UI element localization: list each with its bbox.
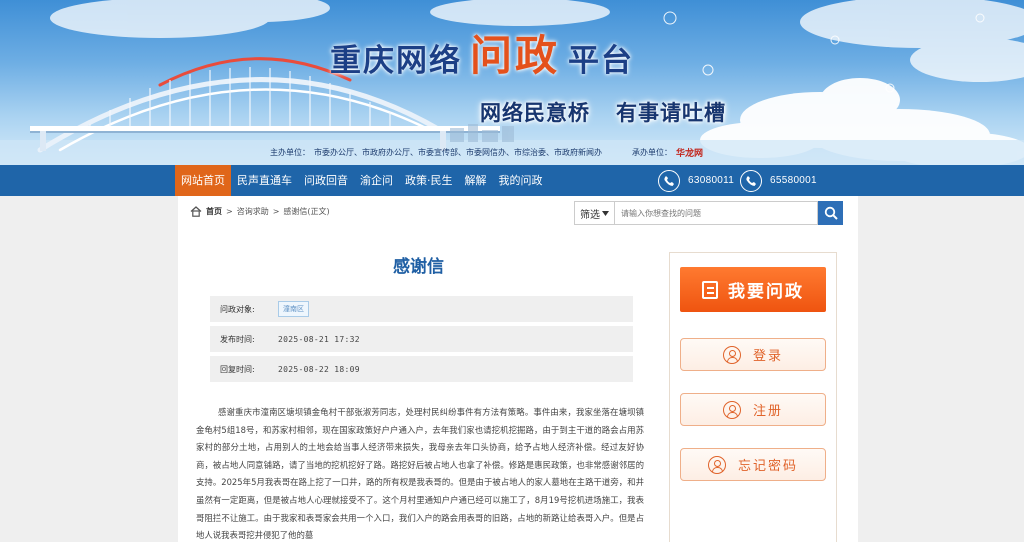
bridge-banner-image xyxy=(0,0,1024,165)
ask-question-button[interactable]: 我要问政 xyxy=(680,267,826,312)
breadcrumb-home[interactable]: 首页 xyxy=(206,206,222,217)
breadcrumb-sep: > xyxy=(272,207,280,216)
slogan-left: 网络民意桥 xyxy=(480,101,590,125)
sponsor-label: 主办单位： xyxy=(270,148,310,157)
home-icon xyxy=(190,206,202,217)
nav-item-direct-line[interactable]: 民声直通车 xyxy=(231,165,298,196)
phone-icon xyxy=(658,169,680,192)
user-icon xyxy=(707,455,726,474)
ask-question-label: 我要问政 xyxy=(728,282,804,302)
forgot-password-button[interactable]: 忘记密码 xyxy=(680,448,826,481)
meta-published-value: 2025-08-21 17:32 xyxy=(278,334,360,344)
hotline-number-2: 65580001 xyxy=(770,175,817,186)
meta-replied-label: 回复时间: xyxy=(220,364,255,374)
site-title-part3: 平台 xyxy=(568,43,635,79)
left-gutter xyxy=(0,196,178,542)
nav-item-solve[interactable]: 解解 xyxy=(459,165,493,196)
login-label: 登录 xyxy=(752,349,783,364)
nav-item-echo[interactable]: 问政回音 xyxy=(298,165,354,196)
meta-target-row: 问政对象: 潼南区 xyxy=(210,296,633,322)
forgot-password-label: 忘记密码 xyxy=(737,459,798,474)
breadcrumb: 首页 > 咨询求助 > 感谢信(正文) xyxy=(190,206,330,217)
sponsor-bar: 主办单位： 市委办公厅、市政府办公厅、市委宣传部、市委网信办、市综治委、市政府新… xyxy=(270,146,703,159)
sponsor-text: 市委办公厅、市政府办公厅、市委宣传部、市委网信办、市综治委、市政府新闻办 xyxy=(314,148,602,157)
nav-item-my-inquiry[interactable]: 我的问政 xyxy=(493,165,549,196)
meta-replied-value: 2025-08-22 18:09 xyxy=(278,364,360,374)
register-button[interactable]: 注册 xyxy=(680,393,826,426)
phone-icon xyxy=(740,169,762,192)
organizer-label: 承办单位： xyxy=(632,148,672,157)
main-nav: 网站首页 民声直通车 问政回音 渝企问 政策·民生 解解 我的问政 630800… xyxy=(0,165,1024,196)
login-button[interactable]: 登录 xyxy=(680,338,826,371)
search-input[interactable] xyxy=(614,201,818,225)
document-icon xyxy=(702,280,718,299)
meta-published-row: 发布时间: 2025-08-21 17:32 xyxy=(210,326,633,352)
breadcrumb-sep: > xyxy=(226,207,233,216)
article-title: 感谢信 xyxy=(393,257,444,277)
right-gutter xyxy=(858,196,1024,542)
target-tag[interactable]: 潼南区 xyxy=(278,301,309,317)
search-bar: 筛选 xyxy=(574,201,843,225)
hotline-2: 65580001 xyxy=(740,168,817,193)
meta-replied-row: 回复时间: 2025-08-22 18:09 xyxy=(210,356,633,382)
nav-menu: 网站首页 民声直通车 问政回音 渝企问 政策·民生 解解 我的问政 xyxy=(175,165,549,196)
hotline-number-1: 63080011 xyxy=(688,175,735,186)
site-title-part1: 重庆网络 xyxy=(330,43,462,79)
chevron-down-icon xyxy=(602,210,609,216)
nav-item-home[interactable]: 网站首页 xyxy=(175,165,231,196)
article-meta: 问政对象: 潼南区 发布时间: 2025-08-21 17:32 回复时间: 2… xyxy=(210,296,633,386)
slogan-right: 有事请吐槽 xyxy=(616,101,726,125)
organizer-logo: 华龙网 xyxy=(676,149,704,159)
meta-published-label: 发布时间: xyxy=(220,334,255,344)
nav-item-policy[interactable]: 政策·民生 xyxy=(399,165,459,196)
filter-dropdown[interactable]: 筛选 xyxy=(574,201,614,225)
breadcrumb-category[interactable]: 咨询求助 xyxy=(237,206,269,217)
filter-label: 筛选 xyxy=(580,209,600,221)
breadcrumb-current: 感谢信(正文) xyxy=(283,207,330,216)
register-label: 注册 xyxy=(752,404,783,419)
user-icon xyxy=(722,400,741,419)
meta-target-label: 问政对象: xyxy=(220,304,255,314)
user-icon xyxy=(722,345,741,364)
article-body: 感谢重庆市潼南区塘坝镇金龟村干部张淑芳同志，处理村民纠纷事件有方法有策略。事件由… xyxy=(196,407,644,541)
hotline-1: 63080011 xyxy=(658,168,734,193)
site-title-part2: 问政 xyxy=(470,31,561,80)
site-slogan: 网络民意桥 有事请吐槽 xyxy=(480,97,726,127)
search-icon xyxy=(824,206,838,220)
search-button[interactable] xyxy=(818,201,843,225)
site-banner: 重庆网络 问政 平台 网络民意桥 有事请吐槽 主办单位： 市委办公厅、市政府办公… xyxy=(0,0,1024,165)
nav-item-enterprise[interactable]: 渝企问 xyxy=(354,165,399,196)
site-title: 重庆网络 问政 平台 xyxy=(330,30,634,80)
